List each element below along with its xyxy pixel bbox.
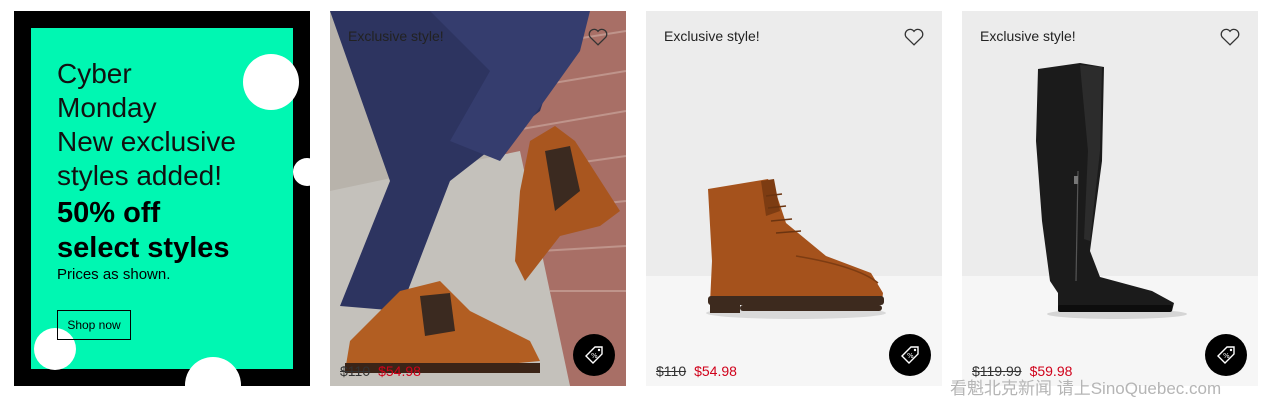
price-block: $110 $54.98 xyxy=(656,363,737,379)
exclusive-badge: Exclusive style! xyxy=(348,28,444,44)
svg-text:%: % xyxy=(907,352,914,360)
cognac-lace-up-ankle-boot-photo xyxy=(706,179,886,319)
offer-line: select styles xyxy=(57,232,230,264)
decorative-circle xyxy=(293,158,310,186)
black-over-the-knee-boot-photo xyxy=(1036,63,1187,319)
product-card[interactable]: Exclusive style! $119.99 $59.98 % xyxy=(962,11,1258,386)
discount-tag-icon: % xyxy=(901,346,919,364)
discount-tag-button[interactable]: % xyxy=(1205,334,1247,376)
lifestyle-chelsea-boot-photo xyxy=(330,11,626,386)
discount-tag-icon: % xyxy=(1217,346,1235,364)
product-card[interactable]: Exclusive style! $110 $54.98 % xyxy=(646,11,942,386)
promo-banner[interactable]: Cyber Monday New exclusive styles added!… xyxy=(14,11,310,386)
exclusive-badge: Exclusive style! xyxy=(980,28,1076,44)
promo-offer: 50% off select styles xyxy=(57,196,297,266)
headline-line: styles added! xyxy=(57,160,222,191)
promo-headline: Cyber Monday New exclusive styles added! xyxy=(57,57,287,193)
headline-line: Cyber xyxy=(57,58,132,89)
sale-price: $54.98 xyxy=(694,363,737,379)
site-watermark: 看魁北克新闻 请上SinoQuebec.com xyxy=(950,379,1222,398)
exclusive-badge: Exclusive style! xyxy=(664,28,760,44)
shop-now-button[interactable]: Shop now xyxy=(57,310,131,340)
original-price: $110 xyxy=(340,363,371,379)
sale-price: $54.98 xyxy=(378,363,421,379)
product-card[interactable]: Exclusive style! $110 $54.98 % xyxy=(330,11,626,386)
discount-tag-icon: % xyxy=(585,346,603,364)
original-price: $110 xyxy=(656,363,687,379)
discount-tag-button[interactable]: % xyxy=(573,334,615,376)
heart-icon[interactable] xyxy=(587,26,609,48)
discount-tag-button[interactable]: % xyxy=(889,334,931,376)
headline-line: Monday xyxy=(57,92,157,123)
promo-note: Prices as shown. xyxy=(57,266,171,283)
heart-icon[interactable] xyxy=(1219,26,1241,48)
svg-text:%: % xyxy=(1223,352,1230,360)
offer-line: 50% off xyxy=(57,197,161,229)
headline-line: New exclusive xyxy=(57,126,236,157)
heart-icon[interactable] xyxy=(903,26,925,48)
price-block: $110 $54.98 xyxy=(340,363,421,379)
decorative-circle xyxy=(185,357,241,386)
svg-text:%: % xyxy=(591,352,598,360)
